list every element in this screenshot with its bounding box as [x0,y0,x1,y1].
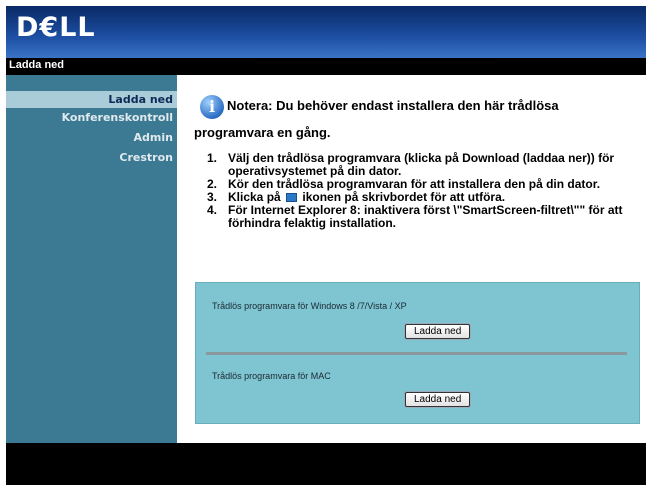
download-windows-button[interactable]: Ladda ned [405,324,471,339]
note-line-2: programvara en gång. [194,125,331,140]
note-line-1: Notera: Du behöver endast installera den… [227,98,559,113]
header-banner: D€LL [6,6,646,58]
download-label-mac: Trådlös programvara för MAC [212,371,331,381]
download-panel: Trådlös programvara för Windows 8 /7/Vis… [195,282,640,424]
screen-icon [286,193,298,203]
step-text: Välj den trådlösa programvara (klicka på… [228,151,615,178]
download-mac-button[interactable]: Ladda ned [405,392,471,407]
sidebar-item-admin[interactable]: Admin [134,131,173,144]
info-icon: i [200,95,224,119]
step-text-after: ikonen på skrivbordet för att utföra. [302,190,506,204]
step-number: 1. [207,151,218,165]
footer-bar [6,443,646,485]
download-label-windows: Trådlös programvara för Windows 8 /7/Vis… [212,301,407,311]
sidebar-item-konferenskontroll[interactable]: Konferenskontroll [62,111,173,124]
instruction-list: 1. Välj den trådlösa programvara (klicka… [207,152,637,230]
step-text-before: Klicka på [228,190,281,204]
sidebar-item-crestron[interactable]: Crestron [119,151,173,164]
main-content: i Notera: Du behöver endast installera d… [177,75,646,443]
instruction-step: 4. För Internet Explorer 8: inaktivera f… [207,204,637,230]
instruction-step: 1. Välj den trådlösa programvara (klicka… [207,152,637,178]
sidebar: Ladda ned Konferenskontroll Admin Crestr… [6,75,177,443]
step-text: För Internet Explorer 8: inaktivera förs… [228,203,623,230]
sidebar-item-ladda-ned[interactable]: Ladda ned [6,91,177,108]
divider [206,352,627,355]
step-number: 4. [207,203,218,217]
page-title: Ladda ned [9,59,65,71]
dell-logo: D€LL [16,12,96,43]
title-bar: Ladda ned [6,58,646,75]
